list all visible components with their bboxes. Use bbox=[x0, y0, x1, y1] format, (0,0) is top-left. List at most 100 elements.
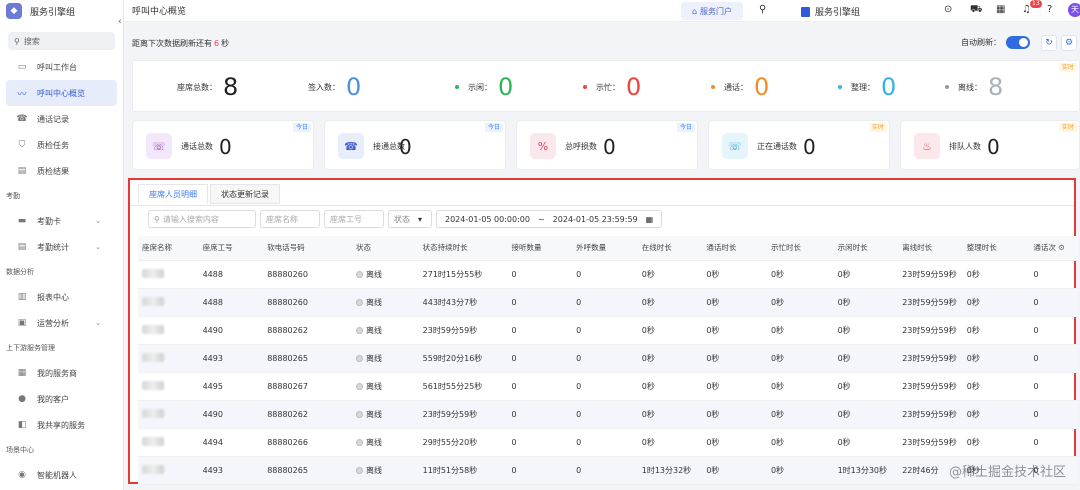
column-settings-icon[interactable]: ⚙ bbox=[1056, 243, 1065, 252]
table-row[interactable]: 4494 88880266 离线 29时55分20秒 0 0 0秒 0秒 0秒 0秒 23时59分5… bbox=[138, 428, 1078, 457]
offline-status-icon bbox=[356, 382, 364, 390]
status-dot-icon bbox=[945, 85, 949, 89]
org-name: 服务引擎组 bbox=[815, 8, 861, 18]
agent-id-field[interactable]: 座席工号 bbox=[324, 210, 384, 228]
refresh-row: 距离下次数据刷新还有 6 秒 自动刷新： ↻ ⚙ bbox=[132, 34, 1080, 52]
search-icon[interactable]: ⚲ bbox=[759, 4, 766, 15]
table-row[interactable]: 4490 88880262 离线 23时59分59秒 0 0 0秒 0秒 0秒 0秒 23时59分5… bbox=[138, 316, 1078, 345]
summary-card: 实时 ♨ 排队人数 0 bbox=[900, 120, 1080, 170]
column-header[interactable]: 座席工号 bbox=[198, 236, 264, 261]
tab-agent-detail[interactable]: 座席人员明细 bbox=[138, 184, 208, 204]
column-header[interactable]: 外呼数量 bbox=[572, 236, 638, 261]
sidebar-item-shared-services[interactable]: ◧ 我共享的服务 bbox=[0, 412, 123, 438]
table-row[interactable]: 4490 88880262 离线 23时59分59秒 0 0 0秒 0秒 0秒 0秒 23时59分5… bbox=[138, 400, 1078, 429]
panel-tabs: 座席人员明细 状态更新记录 bbox=[138, 184, 282, 206]
column-header[interactable]: 状态持续时长 bbox=[418, 236, 508, 261]
table-row[interactable]: 4493 88880265 离线 559时20分16秒 0 0 0秒 0秒 0秒 0秒 23时59分… bbox=[138, 344, 1078, 373]
stat-value: 0 bbox=[754, 73, 770, 101]
settings-icon[interactable]: ⚙ bbox=[1061, 35, 1077, 51]
org-switcher[interactable]: 服务引擎组 bbox=[801, 5, 860, 18]
table-row[interactable]: 4493 88880265 离线 11时51分58秒 0 0 1时13分32秒 0秒 0秒 1时1… bbox=[138, 456, 1078, 485]
status-cell: 离线 bbox=[352, 372, 419, 401]
column-header[interactable]: 示闲时长 bbox=[833, 236, 899, 261]
card-label: 排队人数 bbox=[949, 142, 981, 151]
offline-status-icon bbox=[356, 438, 364, 446]
cart-icon[interactable]: ⛟ bbox=[970, 4, 983, 17]
table-cell: 23时59分59秒 bbox=[418, 400, 508, 429]
provider-icon: ▦ bbox=[17, 368, 27, 378]
card-value: 0 bbox=[987, 135, 1000, 159]
column-header[interactable]: 状态 bbox=[352, 236, 419, 261]
table-cell: 0秒 bbox=[833, 372, 899, 401]
sidebar-item-4[interactable]: ▤ 质检结果 bbox=[0, 158, 123, 184]
nav-group-attendance: 考勤 bbox=[6, 192, 20, 200]
column-header[interactable]: 通话次 ⚙ bbox=[1029, 236, 1078, 261]
table-row[interactable]: 4495 88880267 离线 561时55分25秒 0 0 0秒 0秒 0秒 0秒 23时59分… bbox=[138, 372, 1078, 401]
offline-status-icon bbox=[356, 270, 364, 278]
table-cell: 0秒 bbox=[702, 260, 767, 289]
column-header[interactable]: 在线时长 bbox=[637, 236, 703, 261]
chart-icon: 〰 bbox=[17, 89, 27, 100]
table-row[interactable]: 4488 88880260 离线 271时15分55秒 0 0 0秒 0秒 0秒 0秒 23时59分… bbox=[138, 260, 1078, 289]
column-header[interactable]: 离线时长 bbox=[898, 236, 963, 261]
avatar[interactable]: 天 bbox=[1068, 3, 1080, 17]
table-cell: 0秒 bbox=[702, 288, 767, 317]
status-text: 离线 bbox=[366, 325, 383, 335]
sidebar-item-my-providers[interactable]: ▦ 我的服务商 bbox=[0, 360, 123, 386]
tab-status-log[interactable]: 状态更新记录 bbox=[210, 184, 280, 204]
table-cell: 88880260 bbox=[263, 288, 353, 317]
status-cell: 离线 bbox=[352, 288, 419, 317]
sidebar-search[interactable]: ⚲ 搜索 bbox=[8, 32, 115, 50]
table-cell: 23时59分59秒 bbox=[898, 428, 963, 457]
table-cell: 0 bbox=[1029, 316, 1078, 345]
table-cell: 0秒 bbox=[766, 400, 834, 429]
table-cell: 0秒 bbox=[702, 372, 767, 401]
sidebar-item-label: 呼叫工作台 bbox=[37, 62, 77, 72]
sidebar-item-report-center[interactable]: ▥ 报表中心 bbox=[0, 284, 123, 310]
realtime-tag: 实时 bbox=[1058, 63, 1077, 72]
sidebar-item-attendance-card[interactable]: ▬ 考勤卡 ⌄ bbox=[0, 208, 123, 234]
stat-item: 示闲： 0 bbox=[455, 73, 513, 101]
column-header[interactable]: 接听数量 bbox=[507, 236, 573, 261]
column-header[interactable]: 软电话号码 bbox=[263, 236, 353, 261]
shield-icon: ⛉ bbox=[18, 140, 26, 150]
sidebar-item-2[interactable]: ☎ 通话记录 bbox=[0, 106, 123, 132]
date-range-picker[interactable]: 2024-01-05 00:00:00 ~ 2024-01-05 23:59:5… bbox=[436, 210, 663, 228]
sidebar-item-3[interactable]: ⛉ 质检任务 bbox=[0, 132, 123, 158]
table-cell: 0秒 bbox=[702, 344, 767, 373]
sidebar-item-0[interactable]: ▭ 呼叫工作台 bbox=[0, 54, 123, 80]
table-row[interactable]: 4488 88880260 离线 443时43分7秒 0 0 0秒 0秒 0秒 0秒 23时59分5… bbox=[138, 288, 1078, 317]
calendar-icon[interactable]: ▦ bbox=[996, 4, 1005, 15]
auto-refresh-toggle[interactable] bbox=[1006, 36, 1030, 49]
service-portal-button[interactable]: ⌂ 服务门户 bbox=[681, 2, 743, 20]
table-cell: 23时59分59秒 bbox=[898, 288, 963, 317]
column-header[interactable]: 示忙时长 bbox=[766, 236, 834, 261]
help-icon[interactable]: ? bbox=[1047, 4, 1052, 15]
agent-name-cell bbox=[138, 372, 199, 401]
sidebar-item-1[interactable]: 〰呼叫中心概览 bbox=[6, 80, 117, 106]
table-cell: 0 bbox=[572, 400, 638, 429]
settings-circle-icon[interactable]: ⊙ bbox=[944, 4, 952, 15]
status-text: 离线 bbox=[366, 269, 383, 279]
status-select[interactable]: 状态 ▾ bbox=[388, 210, 432, 228]
sidebar-item-robot[interactable]: ◉ 智能机器人 bbox=[0, 462, 123, 488]
status-text: 离线 bbox=[366, 409, 383, 419]
nav-group-scene: 场景中心 bbox=[6, 446, 34, 454]
status-text: 离线 bbox=[366, 297, 383, 307]
status-dot-icon bbox=[455, 85, 459, 89]
collapse-sidebar-icon[interactable]: ‹ bbox=[118, 17, 122, 27]
column-header[interactable]: 整理时长 bbox=[962, 236, 1030, 261]
sidebar-item-attendance-stats[interactable]: ▤ 考勤统计 ⌄ bbox=[0, 234, 123, 260]
table-cell: 4495 bbox=[198, 372, 264, 401]
stat-label: 示忙： bbox=[596, 82, 620, 92]
agent-name-field[interactable]: 座席名称 bbox=[260, 210, 320, 228]
search-input[interactable]: ⚲ 请输入搜索内容 bbox=[148, 210, 256, 228]
column-header[interactable]: 座席名称 bbox=[138, 236, 199, 261]
refresh-icon[interactable]: ↻ bbox=[1041, 35, 1057, 51]
date-end: 2024-01-05 23:59:59 bbox=[552, 214, 638, 224]
table-cell: 4490 bbox=[198, 400, 264, 429]
sidebar-item-my-customers[interactable]: ● 我的客户 bbox=[0, 386, 123, 412]
table-cell: 0秒 bbox=[766, 316, 834, 345]
column-header[interactable]: 通话时长 bbox=[702, 236, 767, 261]
sidebar-item-operation-analysis[interactable]: ▣ 运营分析 ⌄ bbox=[0, 310, 123, 336]
